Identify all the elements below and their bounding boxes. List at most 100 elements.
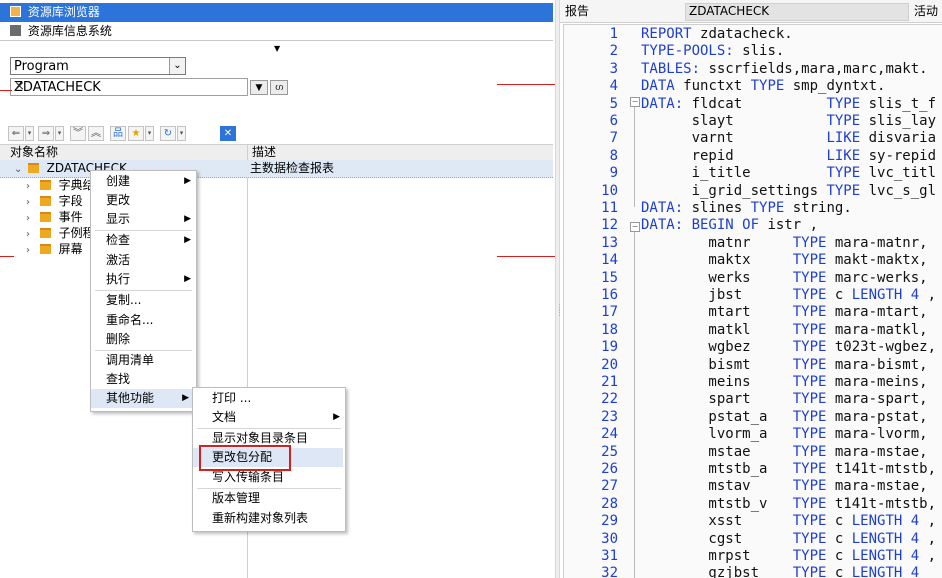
refresh-icon[interactable]: ↻ [160,126,176,141]
chevron-down-icon[interactable]: ⌄ [14,162,24,178]
code-line[interactable]: mrpst TYPE c LENGTH 4 , [641,548,936,565]
menu-item-find[interactable]: 查找 [91,370,196,389]
nav-dropdown-arrow-icon[interactable]: ▼ [274,44,280,53]
chevron-right-icon[interactable]: › [26,243,36,259]
menu-item-delete[interactable]: 删除 [91,330,196,349]
menu-item-execute[interactable]: 执行 ▶ [91,270,196,289]
code-line[interactable]: meins TYPE mara-meins, [641,374,927,391]
code-keyword: TYPE [750,200,793,216]
code-line[interactable]: mstae TYPE mara-mstae, [641,443,927,461]
code-line[interactable]: werks TYPE marc-werks, [641,270,927,287]
tree-node-fields[interactable]: › 字段 [26,193,83,209]
object-name-input[interactable]: ZDATACHECK × [10,78,248,96]
code-text: jbst [641,287,793,303]
code-keyword: LIKE [826,130,869,147]
code-line[interactable]: DATA: BEGIN OF istr , [641,217,818,234]
menu-item-where-used-list[interactable]: 调用清单 [91,351,196,370]
code-line[interactable]: cgst TYPE c LENGTH 4 , [641,531,936,548]
code-text: mtart [641,304,793,321]
line-number: 20 [601,356,618,373]
display-glasses-button[interactable]: ഗ [270,80,288,95]
code-line[interactable]: jbst TYPE c LENGTH 4 , [641,287,936,304]
menu-item-label: 调用清单 [106,353,155,367]
favorites-star-icon[interactable]: ★ [128,126,144,141]
code-line[interactable]: pstat_a TYPE mara-pstat, [641,408,928,426]
folder-icon [27,163,39,173]
menu-item-version-management[interactable]: 版本管理 [193,489,345,508]
code-line[interactable]: i_grid_settings TYPE lvc_s_gl [641,183,936,200]
menu-item-display[interactable]: 显示 ▶ [91,210,196,229]
object-type-select[interactable]: Program ⌄ [10,57,186,75]
code-line[interactable]: mstav TYPE mara-mstae, [641,478,927,495]
code-line[interactable]: DATA: fldcat TYPE slis_t_f [641,96,936,113]
menu-item-label: 重命名... [106,313,154,327]
collapse-all-icon[interactable]: ︽ [88,126,104,141]
code-line[interactable]: bismt TYPE mara-bismt, [641,357,927,374]
code-line[interactable]: DATA functxt TYPE smp_dyntxt. [641,78,885,95]
clear-icon[interactable]: × [14,79,244,95]
line-number: 8 [609,147,618,164]
tree-node-events[interactable]: › 事件 [26,209,83,225]
line-number: 29 [601,513,618,530]
code-keyword: 4 [910,287,928,303]
code-line[interactable]: mtstb_a TYPE t141t-mtstb, [641,461,936,478]
menu-item-label: 复制... [106,293,142,307]
code-line[interactable]: TABLES: sscrfields,mara,marc,makt. [641,61,928,78]
menu-item-print[interactable]: 打印 ... [193,389,345,408]
code-text: disvaria [868,130,937,147]
code-text: matkl [641,321,793,338]
menu-item-other-functions[interactable]: 其他功能 ▶ [91,389,194,408]
history-dropdown-button[interactable]: ▼ [250,80,268,95]
code-text: mstae [641,443,793,460]
chevron-down-icon[interactable]: ⌄ [169,58,185,74]
expand-all-icon[interactable]: ︾ [70,126,86,141]
forward-dropdown-icon[interactable]: ▾ [55,126,64,141]
code-line[interactable]: slayt TYPE slis_lay [641,113,936,130]
code-editor[interactable]: − − 1 REPORT zdatacheck. 2 TYPE-POOLS: slis… [563,24,942,578]
code-line[interactable]: wgbez TYPE t023t-wgbez, [641,339,936,356]
code-line[interactable]: matkl TYPE mara-matkl, [641,321,927,339]
menu-item-create[interactable]: 创建 ▶ [91,172,196,191]
code-text: gzjbst [641,565,793,578]
code-line[interactable]: xsst TYPE c LENGTH 4 , [641,513,936,530]
code-line[interactable]: lvorm_a TYPE mara-lvorm, [641,426,927,443]
hierarchy-icon[interactable]: 品 [110,126,126,141]
menu-item-rename[interactable]: 重命名... [91,311,196,330]
tree-node-subroutines[interactable]: › 子例程 [26,225,95,241]
code-text: string. [792,200,852,216]
menu-item-label: 版本管理 [212,491,261,505]
code-line[interactable]: mtstb_v TYPE t141t-mtstb, [641,496,936,513]
code-line[interactable]: DATA: slines TYPE string. [641,200,852,217]
code-line[interactable]: repid LIKE sy-repid [641,148,936,165]
menu-item-check[interactable]: 检查 ▶ [91,231,196,250]
refresh-dropdown-icon[interactable]: ▾ [177,126,186,141]
code-line[interactable]: gzjbst TYPE c LENGTH 4 [641,565,919,578]
back-icon[interactable]: ⇐ [8,126,24,141]
menu-item-copy[interactable]: 复制... [91,291,196,310]
forward-icon[interactable]: ⇒ [38,126,54,141]
code-line[interactable]: mtart TYPE mara-mtart, [641,304,927,321]
code-line[interactable]: varnt LIKE disvaria [641,130,936,147]
nav-repository-browser[interactable]: 资源库浏览器 [0,3,553,22]
code-line[interactable]: spart TYPE mara-spart, [641,391,927,408]
menu-item-documentation[interactable]: 文档 ▶ [193,408,345,427]
nav-repository-info-system[interactable]: 资源库信息系统 [0,22,553,41]
code-line[interactable]: i_title TYPE lvc_titl [641,165,936,182]
code-line[interactable]: maktx TYPE makt-maktx, [641,252,927,269]
menu-item-change[interactable]: 更改 [91,191,196,210]
line-number: 21 [601,374,618,390]
code-line[interactable]: matnr TYPE mara-matnr, [641,235,927,252]
tree-node-screens[interactable]: › 屏幕 [26,241,83,257]
close-pane-icon[interactable]: ✕ [220,126,236,141]
menu-item-rebuild-object-list[interactable]: 重新构建对象列表 [193,509,345,528]
code-line[interactable]: REPORT zdatacheck. [641,26,793,43]
line-number: 13 [601,234,618,251]
tree-node-dictionary-structures[interactable]: › 字典结 [26,177,95,193]
favorites-dropdown-icon[interactable]: ▾ [145,126,154,141]
menu-item-activate[interactable]: 激活 [91,251,196,270]
code-line[interactable]: TYPE-POOLS: slis. [641,43,784,60]
code-text: mara-pstat, [834,408,928,425]
line-number: 1 [609,26,618,42]
code-text: lvc_titl [868,165,937,182]
back-dropdown-icon[interactable]: ▾ [25,126,34,141]
